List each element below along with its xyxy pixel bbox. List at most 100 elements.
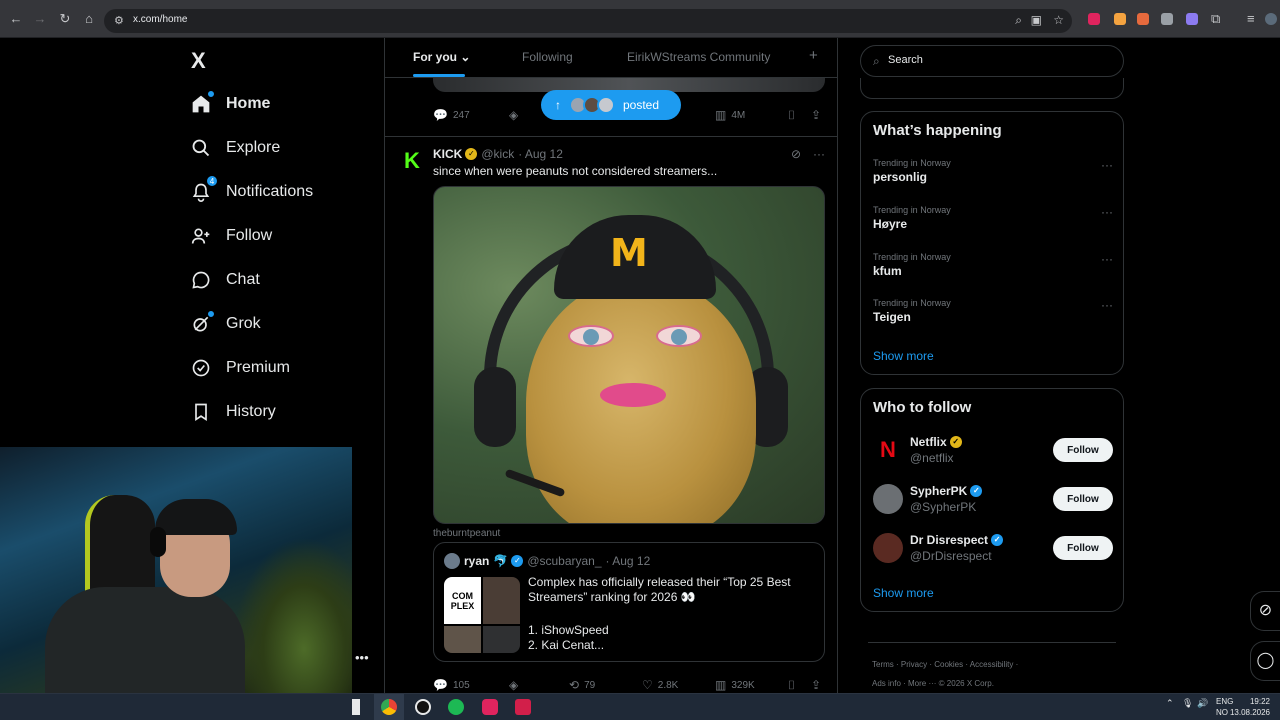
footer-links[interactable]: Terms · Privacy · Cookies · Accessibilit… bbox=[872, 660, 1018, 669]
microphone-icon[interactable]: 🎙 bbox=[1182, 698, 1193, 709]
app-red-icon[interactable] bbox=[482, 699, 498, 715]
like-button[interactable]: ♡ 2.8K bbox=[642, 678, 678, 692]
tab-for-you[interactable]: For you ⌄ bbox=[413, 50, 470, 64]
back-icon[interactable]: ← bbox=[8, 11, 24, 27]
chrome-icon[interactable] bbox=[381, 699, 397, 715]
extensions-puzzle-icon[interactable]: ⧉ bbox=[1211, 11, 1220, 27]
bookmark-icon[interactable]: ⌷ bbox=[788, 678, 800, 693]
profile-avatar[interactable] bbox=[1265, 13, 1277, 25]
extension-gray-icon[interactable] bbox=[1161, 13, 1173, 25]
obs-icon[interactable] bbox=[415, 699, 431, 715]
media-caption[interactable]: theburntpeanut bbox=[433, 528, 500, 539]
nav-explore[interactable]: Explore bbox=[190, 135, 280, 161]
cast-icon[interactable]: ▣ bbox=[1031, 13, 1042, 27]
tray-chevron-icon[interactable]: ⌃ bbox=[1166, 698, 1174, 709]
follow-suggestion[interactable]: N Netflix ✓ @netflix Follow bbox=[873, 432, 1113, 468]
tab-following[interactable]: Following bbox=[522, 50, 573, 64]
arrow-up-icon: ↑ bbox=[555, 98, 561, 112]
follow-button[interactable]: Follow bbox=[1053, 536, 1113, 560]
grok-icon[interactable]: ⊘ bbox=[791, 147, 801, 161]
spotify-icon[interactable] bbox=[448, 699, 464, 715]
footer-links[interactable]: Ads info · More ··· © 2026 X Corp. bbox=[872, 679, 994, 688]
extension-red-icon[interactable] bbox=[1088, 13, 1100, 25]
extension-orange-icon[interactable] bbox=[1114, 13, 1126, 25]
post-author-name[interactable]: KICK bbox=[433, 147, 462, 161]
follow-suggestion[interactable]: Dr Disrespect ✓ @DrDisrespect Follow bbox=[873, 530, 1113, 566]
bookmark-star-icon[interactable]: ☆ bbox=[1053, 13, 1064, 27]
address-bar[interactable]: ⚙ x.com/home ⌕ ▣ ☆ bbox=[104, 9, 1072, 33]
views-button[interactable]: ▥ 4M bbox=[715, 108, 745, 122]
follow-suggestion[interactable]: SypherPK ✓ @SypherPK Follow bbox=[873, 481, 1113, 517]
quoted-post[interactable]: ryan 🐬 ✓ @scubaryan_ · Aug 12 COM PLEX C… bbox=[433, 542, 825, 662]
app-pink-icon[interactable] bbox=[515, 699, 531, 715]
list-item: 1. iShowSpeed bbox=[528, 623, 609, 637]
search-input[interactable] bbox=[888, 54, 1108, 66]
add-tab-icon[interactable]: + bbox=[809, 47, 818, 64]
reload-icon[interactable]: ↻ bbox=[57, 11, 73, 27]
more-icon[interactable]: ••• bbox=[355, 650, 369, 665]
nav-home[interactable]: Home bbox=[190, 90, 270, 117]
site-info-icon[interactable]: ⚙ bbox=[114, 14, 128, 28]
grok-floating-button[interactable]: ⊘ bbox=[1250, 591, 1280, 631]
search-box[interactable]: ⌕ bbox=[860, 45, 1124, 77]
reply-button[interactable]: 💬 247 bbox=[433, 108, 470, 122]
trend-item[interactable]: Trending in Norway kfum ··· bbox=[873, 252, 1113, 282]
nav-premium[interactable]: Premium bbox=[190, 355, 290, 381]
nav-chat-label: Chat bbox=[226, 271, 260, 288]
trend-item[interactable]: Trending in Norway personlig ··· bbox=[873, 158, 1113, 188]
url-text: x.com/home bbox=[133, 14, 188, 25]
trend-more-icon[interactable]: ··· bbox=[1101, 252, 1113, 266]
bookmark-icon[interactable]: ⌷ bbox=[788, 108, 800, 123]
account-name: Dr Disrespect bbox=[910, 533, 989, 547]
grok-analyze-icon[interactable]: ◈ bbox=[509, 108, 523, 122]
post-date[interactable]: · Aug 12 bbox=[518, 147, 563, 161]
verified-blue-icon: ✓ bbox=[970, 485, 983, 497]
volume-icon[interactable]: 🔊 bbox=[1197, 698, 1208, 709]
trend-item[interactable]: Trending in Norway Høyre ··· bbox=[873, 205, 1113, 235]
new-posts-pill[interactable]: ↑ posted bbox=[541, 90, 681, 120]
show-more-link[interactable]: Show more bbox=[873, 349, 934, 363]
grok-analyze-icon[interactable]: ◈ bbox=[509, 678, 523, 692]
nav-notifications[interactable]: 4 Notifications bbox=[190, 175, 313, 205]
nav-history[interactable]: History bbox=[190, 399, 276, 425]
trend-topic: Teigen bbox=[873, 310, 911, 324]
x-logo[interactable]: X bbox=[191, 48, 206, 74]
bookmark-icon bbox=[190, 401, 212, 423]
repost-button[interactable]: ⟲ 79 bbox=[569, 678, 595, 692]
trend-more-icon[interactable]: ··· bbox=[1101, 205, 1113, 219]
zoom-icon[interactable]: ⌕ bbox=[1015, 13, 1022, 28]
verified-blue-icon: ✓ bbox=[991, 534, 1004, 546]
right-sidebar: ⌕ What’s happening Trending in Norway pe… bbox=[858, 38, 1280, 693]
trend-item[interactable]: Trending in Norway Teigen ··· bbox=[873, 298, 1113, 328]
follow-button[interactable]: Follow bbox=[1053, 487, 1113, 511]
list-item: 2. Kai Cenat... bbox=[528, 638, 605, 652]
reply-button[interactable]: 💬 105 bbox=[433, 678, 470, 692]
chat-floating-button[interactable]: ◯ bbox=[1250, 641, 1280, 681]
views-button[interactable]: ▥ 329K bbox=[715, 678, 755, 692]
clock[interactable]: 19:22 13.08.2026 bbox=[1230, 696, 1270, 718]
follow-button[interactable]: Follow bbox=[1053, 438, 1113, 462]
share-icon[interactable]: ⇪ bbox=[811, 678, 826, 692]
extension-lobster-icon[interactable] bbox=[1137, 13, 1149, 25]
kick-avatar[interactable]: K bbox=[401, 150, 423, 172]
trend-more-icon[interactable]: ··· bbox=[1101, 298, 1113, 312]
verified-blue-icon: ✓ bbox=[511, 555, 524, 567]
account-handle: @SypherPK bbox=[910, 500, 977, 514]
quote-author-handle: @scubaryan_ bbox=[527, 554, 602, 568]
reading-list-icon[interactable]: ≡ bbox=[1247, 11, 1255, 26]
share-icon[interactable]: ⇪ bbox=[811, 108, 826, 122]
post-author-handle[interactable]: @kick bbox=[481, 147, 514, 161]
nav-chat[interactable]: Chat bbox=[190, 267, 260, 293]
post-image[interactable]: M bbox=[433, 186, 825, 524]
post-more-icon[interactable]: ··· bbox=[813, 147, 825, 161]
trend-more-icon[interactable]: ··· bbox=[1101, 158, 1113, 172]
tab-community[interactable]: EirikWStreams Community bbox=[627, 50, 770, 64]
extension-purple-icon[interactable] bbox=[1186, 13, 1198, 25]
forward-icon[interactable]: → bbox=[32, 11, 48, 27]
person-add-icon bbox=[190, 225, 212, 247]
home-icon[interactable]: ⌂ bbox=[81, 11, 97, 27]
nav-grok[interactable]: Grok bbox=[190, 310, 261, 337]
file-explorer-icon[interactable] bbox=[352, 699, 360, 715]
show-more-link[interactable]: Show more bbox=[873, 586, 934, 600]
nav-follow[interactable]: Follow bbox=[190, 223, 272, 249]
